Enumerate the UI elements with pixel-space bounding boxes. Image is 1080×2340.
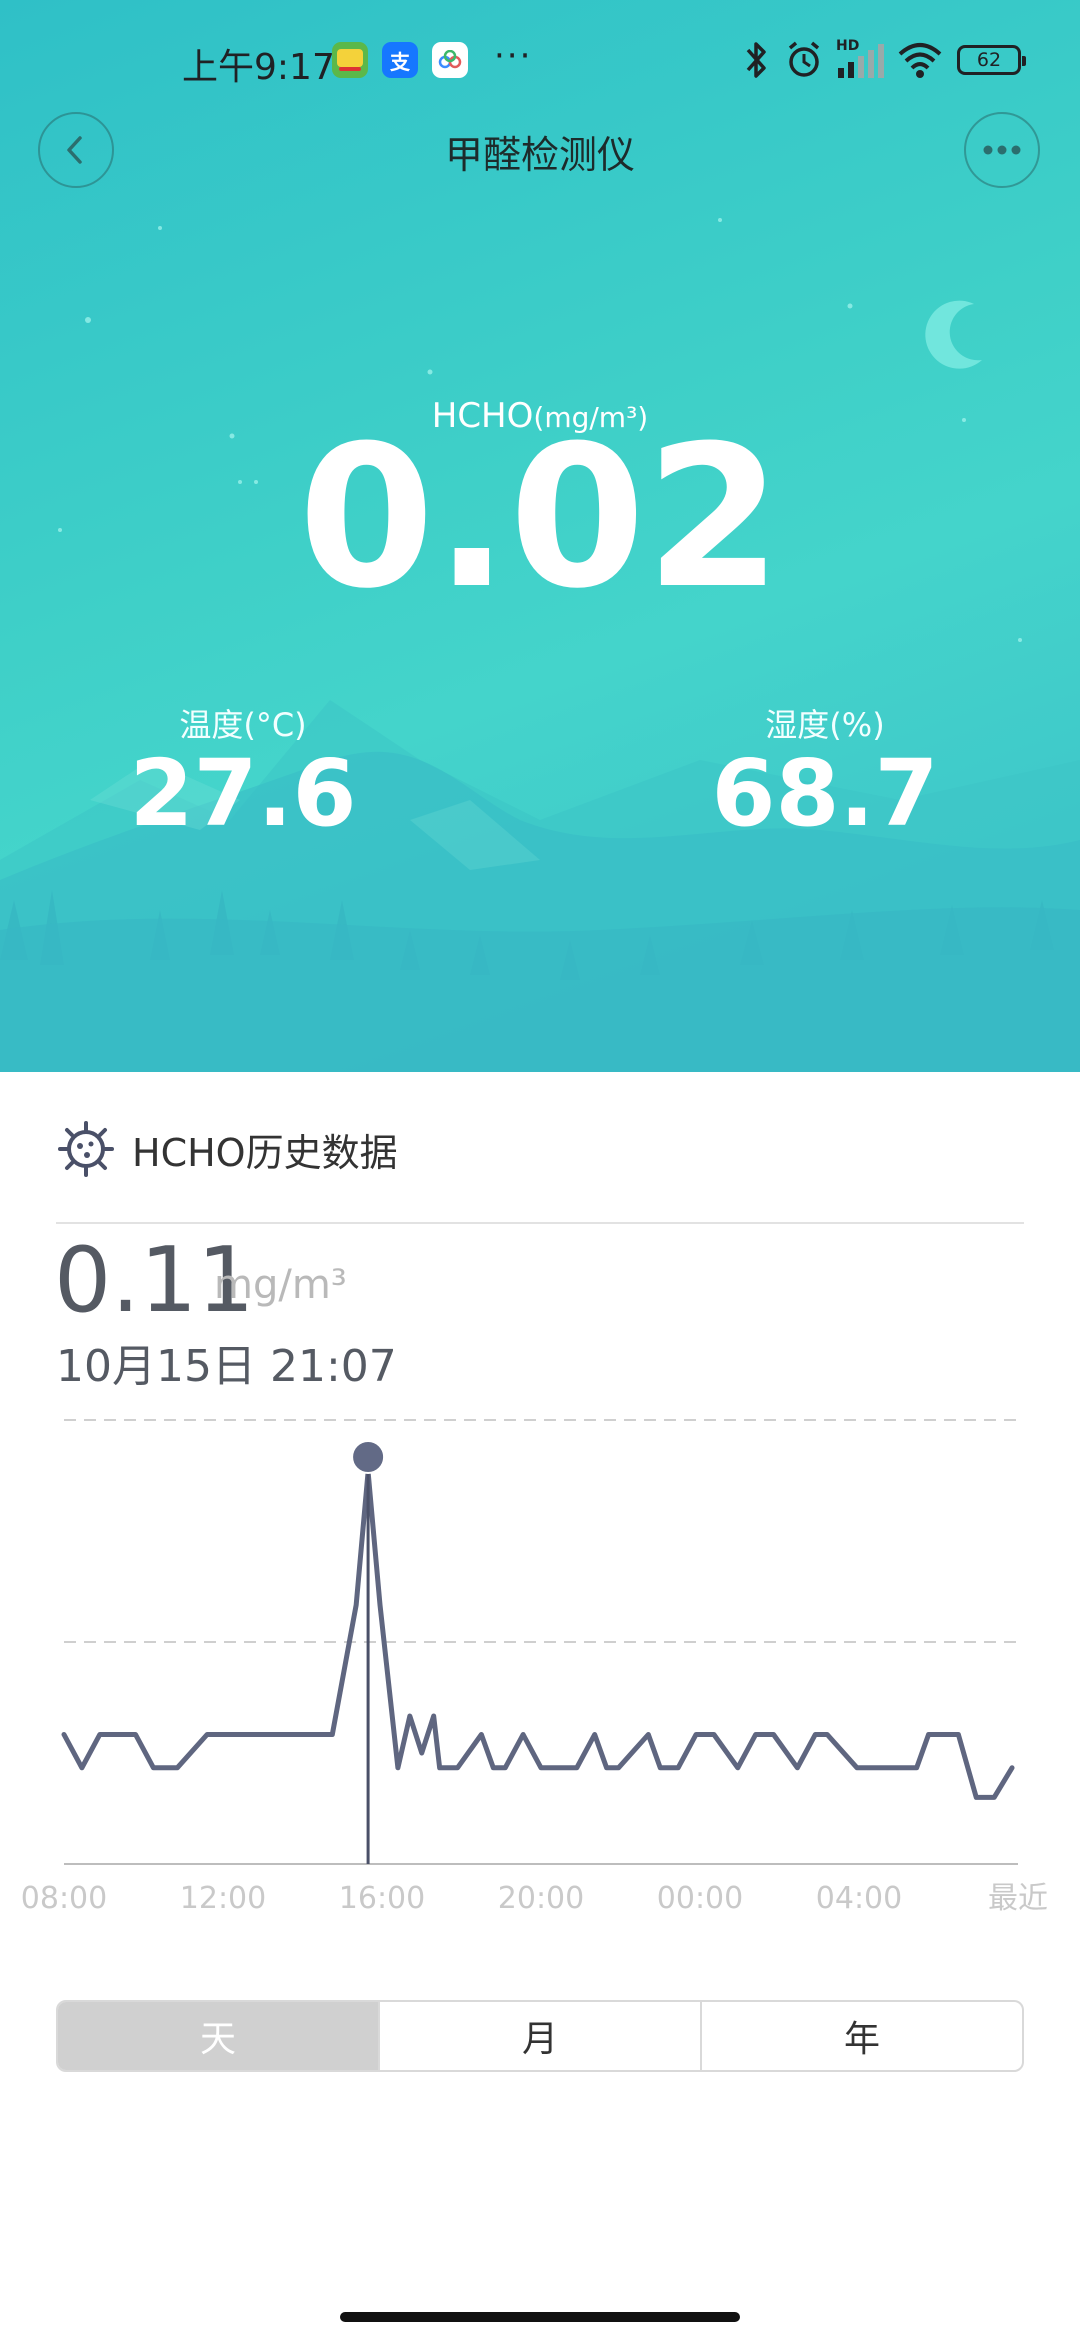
x-tick-label: 00:00	[657, 1881, 743, 1916]
clock: 上午9:17	[182, 47, 335, 88]
tab-year[interactable]: 年	[702, 2002, 1022, 2070]
x-tick-label: 16:00	[339, 1881, 425, 1916]
moon-icon	[925, 300, 982, 369]
more-options-button[interactable]	[964, 112, 1040, 188]
section-divider	[56, 1222, 1024, 1224]
alipay-app-icon: 支	[382, 42, 418, 78]
alarm-icon	[788, 41, 820, 77]
tab-day[interactable]: 天	[58, 2002, 380, 2070]
x-tick-label: 20:00	[498, 1881, 584, 1916]
status-bar: 上午9:17 支 ··· HD 62	[0, 0, 1080, 122]
cell-signal-icon	[838, 44, 884, 78]
x-tick-label: 12:00	[180, 1881, 266, 1916]
selected-reading-unit: mg/m³	[214, 1262, 347, 1308]
more-horizontal-icon	[983, 145, 1021, 155]
range-segmented-control: 天 月 年	[56, 2000, 1024, 2072]
hcho-value: 0.02	[298, 404, 782, 632]
hcho-history-chart[interactable]: 08:00 12:00 16:00 20:00 00:00 04:00 最近	[0, 1380, 1080, 1940]
home-indicator[interactable]	[340, 2312, 740, 2322]
selection-point	[351, 1440, 386, 1474]
x-tick-label: 最近	[988, 1881, 1048, 1916]
cloud-app-icon	[432, 42, 468, 78]
history-title: HCHO历史数据	[132, 1130, 398, 1175]
taobao-app-icon	[332, 42, 368, 78]
hero-panel: 上午9:17 支 ··· HD 62 甲醛检测仪 HCHO(mg/m³) 0.0…	[0, 0, 1080, 1072]
temperature-value: 27.6	[129, 740, 357, 847]
x-tick-label: 04:00	[816, 1881, 902, 1916]
bluetooth-icon	[746, 42, 766, 78]
humidity-value: 68.7	[711, 740, 939, 847]
molecule-gear-icon	[58, 1121, 114, 1177]
tab-month[interactable]: 月	[380, 2002, 702, 2070]
x-tick-label: 08:00	[21, 1881, 107, 1916]
more-notifications-icon: ···	[494, 36, 533, 76]
history-header: HCHO历史数据	[56, 1114, 398, 1184]
wifi-icon	[898, 43, 942, 78]
hcho-series-line	[61, 1469, 1015, 1800]
page-title: 甲醛检测仪	[444, 133, 635, 177]
battery-icon: 62	[957, 45, 1026, 75]
